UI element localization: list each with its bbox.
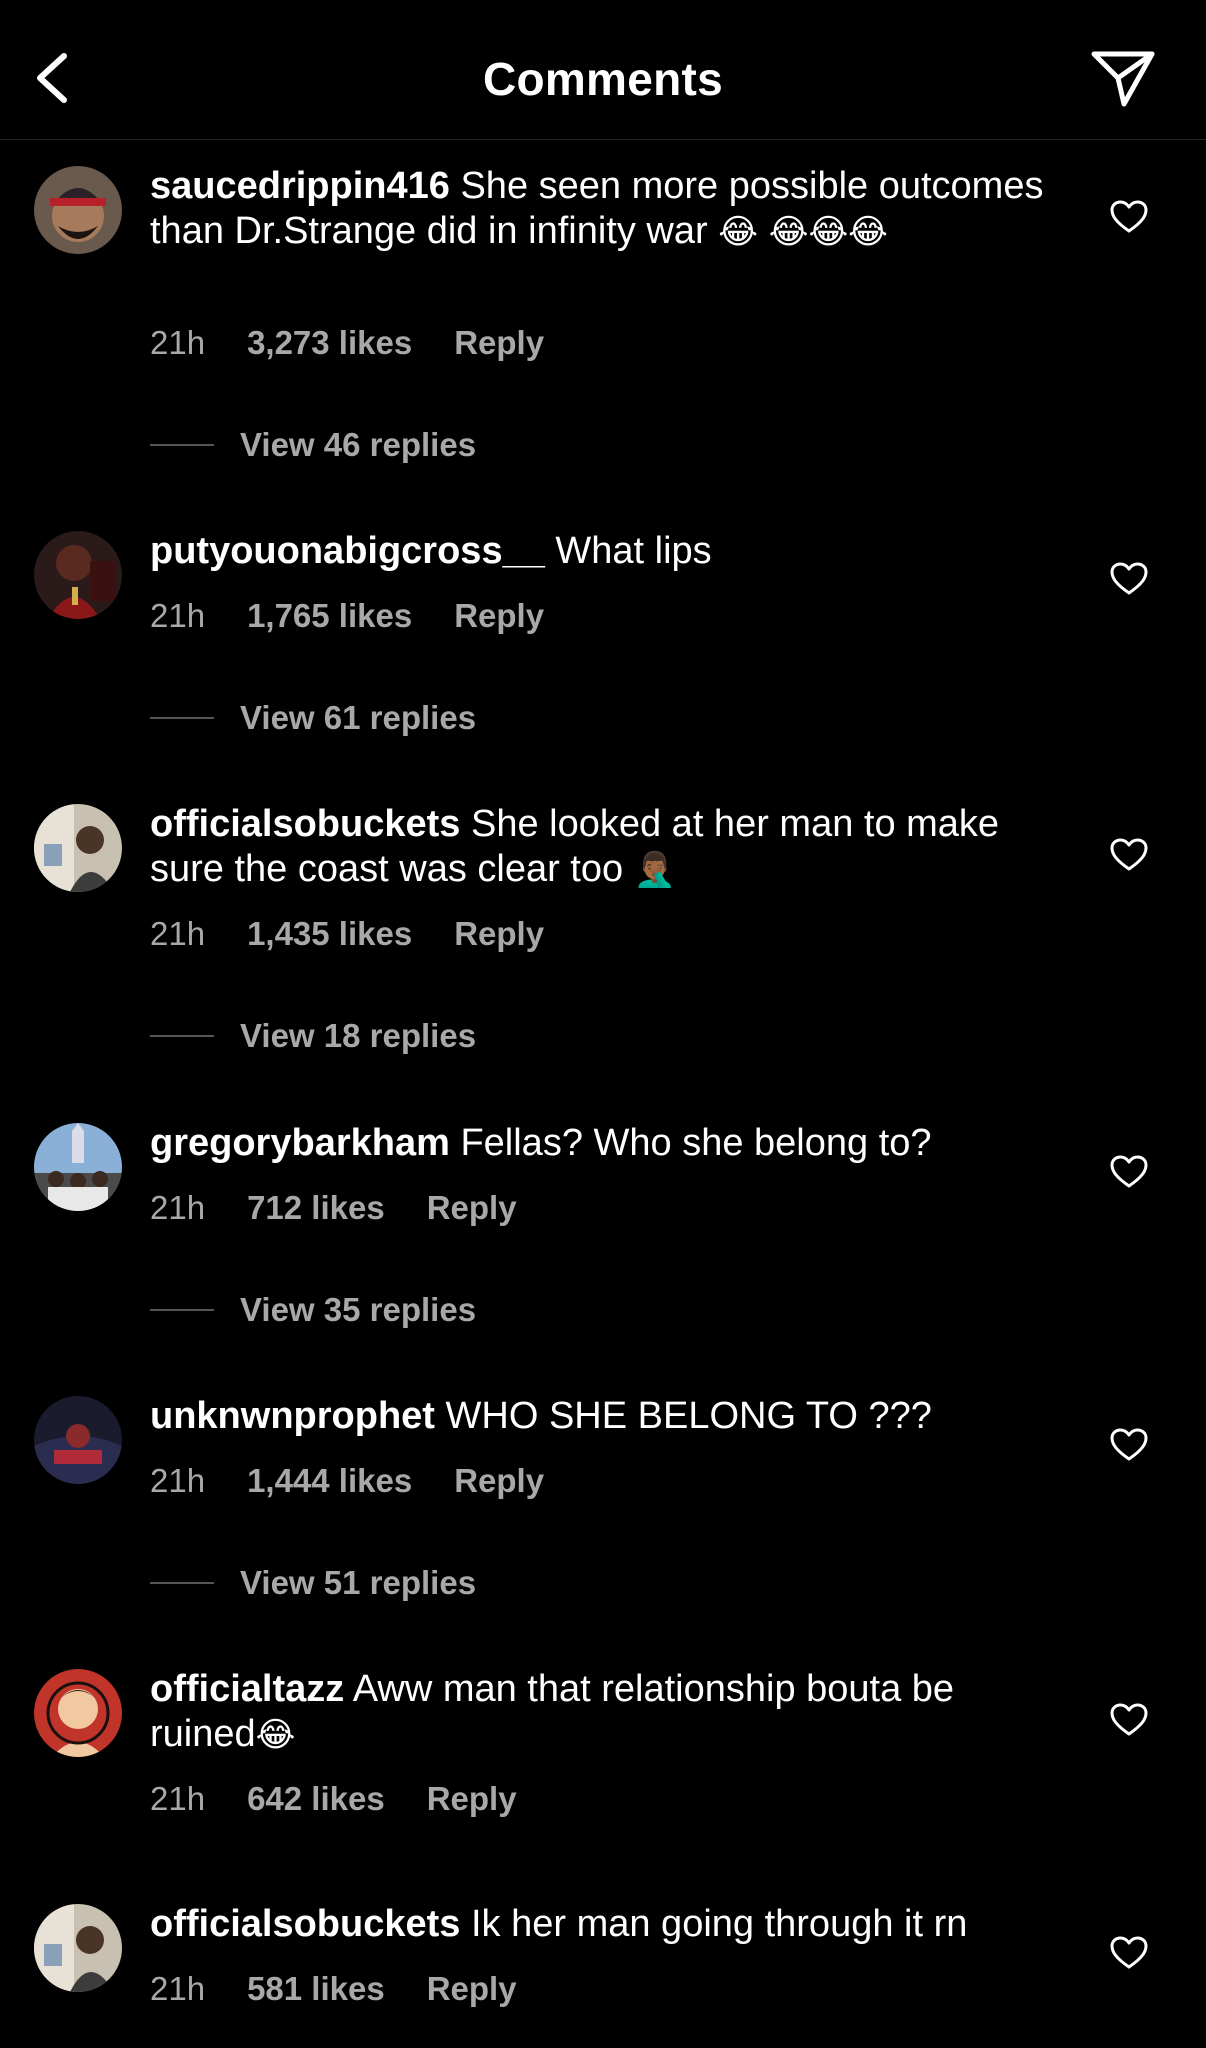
comment-meta: 21h 1,765 likes Reply: [150, 597, 586, 635]
comment-time: 21h: [150, 597, 206, 634]
laughing-emoji: 😂 😂😂😂: [718, 212, 888, 252]
heart-outline-icon[interactable]: [1110, 838, 1148, 872]
comment-username[interactable]: officialsobuckets: [150, 1903, 460, 1945]
paper-plane-icon: [1091, 51, 1155, 107]
comment-meta: 21h 712 likes Reply: [150, 1189, 559, 1227]
comment-text: What lips: [544, 530, 712, 572]
comment-meta: 21h 1,444 likes Reply: [150, 1462, 586, 1500]
view-replies-button[interactable]: View 46 replies: [150, 426, 476, 464]
heart-outline-icon[interactable]: [1110, 1703, 1148, 1737]
comment-time: 21h: [150, 1462, 206, 1499]
avatar[interactable]: [34, 166, 122, 254]
avatar[interactable]: [34, 804, 122, 892]
comment-username[interactable]: saucedrippin416: [150, 165, 450, 207]
comment-likes[interactable]: 1,435 likes: [247, 915, 412, 952]
comment-time: 21h: [150, 915, 206, 952]
page-title: Comments: [482, 53, 724, 105]
laughing-emoji: 😂: [255, 1715, 296, 1755]
heart-outline-icon[interactable]: [1110, 200, 1148, 234]
comment-username[interactable]: putyouonabigcross__: [150, 530, 545, 572]
comment-username[interactable]: officialsobuckets: [150, 803, 460, 845]
divider-line: [150, 1582, 214, 1585]
comment-body: officialsobuckets She looked at her man …: [150, 802, 1050, 893]
avatar[interactable]: [34, 1396, 122, 1484]
avatar[interactable]: [34, 1123, 122, 1211]
view-replies-label: View 61 replies: [240, 699, 477, 736]
share-button[interactable]: [1090, 48, 1156, 108]
reply-button[interactable]: Reply: [454, 597, 544, 634]
comment-likes[interactable]: 1,765 likes: [247, 597, 412, 634]
comment-meta: 21h 1,435 likes Reply: [150, 915, 586, 953]
reply-button[interactable]: Reply: [454, 915, 544, 952]
comment-meta: 21h 642 likes Reply: [150, 1780, 559, 1818]
heart-outline-icon[interactable]: [1110, 1936, 1148, 1970]
reply-button[interactable]: Reply: [427, 1780, 517, 1817]
comment-time: 21h: [150, 1189, 206, 1226]
view-replies-label: View 18 replies: [240, 1017, 477, 1054]
comment-body: gregorybarkham Fellas? Who she belong to…: [150, 1121, 1050, 1166]
heart-outline-icon[interactable]: [1110, 1155, 1148, 1189]
comment-text: Fellas? Who she belong to?: [449, 1122, 932, 1164]
view-replies-button[interactable]: View 35 replies: [150, 1291, 476, 1329]
divider-line: [150, 444, 214, 447]
view-replies-button[interactable]: View 61 replies: [150, 699, 476, 737]
divider-line: [150, 1035, 214, 1038]
comment-likes[interactable]: 642 likes: [247, 1780, 385, 1817]
comment-likes[interactable]: 3,273 likes: [247, 324, 412, 361]
comment-username[interactable]: unknwnprophet: [150, 1395, 435, 1437]
heart-outline-icon[interactable]: [1110, 1428, 1148, 1462]
reply-button[interactable]: Reply: [427, 1970, 517, 2007]
comment-body: putyouonabigcross__ What lips: [150, 529, 1050, 574]
comment-username[interactable]: officialtazz: [150, 1668, 344, 1710]
avatar[interactable]: [34, 531, 122, 619]
comment-body: officialsobuckets Ik her man going throu…: [150, 1902, 1050, 1947]
view-replies-button[interactable]: View 51 replies: [150, 1564, 476, 1602]
view-replies-label: View 35 replies: [240, 1291, 477, 1328]
reply-button[interactable]: Reply: [454, 324, 544, 361]
avatar[interactable]: [34, 1904, 122, 1992]
comment-username[interactable]: gregorybarkham: [150, 1122, 450, 1164]
heart-outline-icon[interactable]: [1110, 562, 1148, 596]
facepalm-emoji: 🤦🏾‍♂️: [633, 850, 677, 890]
view-replies-button[interactable]: View 18 replies: [150, 1017, 476, 1055]
comment-time: 21h: [150, 324, 206, 361]
comment-time: 21h: [150, 1970, 206, 2007]
view-replies-label: View 46 replies: [240, 426, 477, 463]
comment-likes[interactable]: 581 likes: [247, 1970, 385, 2007]
comment-body: unknwnprophet WHO SHE BELONG TO ???: [150, 1394, 1050, 1439]
comment-meta: 21h 3,273 likes Reply: [150, 324, 586, 362]
comment-meta: 21h 581 likes Reply: [150, 1970, 559, 2008]
comment-time: 21h: [150, 1780, 206, 1817]
reply-button[interactable]: Reply: [454, 1462, 544, 1499]
comment-body: officialtazz Aww man that relationship b…: [150, 1667, 1050, 1758]
comment-text: Ik her man going through it rn: [460, 1903, 968, 1945]
avatar[interactable]: [34, 1669, 122, 1757]
divider-line: [150, 717, 214, 720]
comment-likes[interactable]: 712 likes: [247, 1189, 385, 1226]
divider-line: [150, 1309, 214, 1312]
header: Comments: [0, 0, 1206, 140]
comment-text: WHO SHE BELONG TO ???: [434, 1395, 932, 1437]
reply-button[interactable]: Reply: [427, 1189, 517, 1226]
view-replies-label: View 51 replies: [240, 1564, 477, 1601]
comment-likes[interactable]: 1,444 likes: [247, 1462, 412, 1499]
comment-body: saucedrippin416 She seen more possible o…: [150, 164, 1050, 255]
